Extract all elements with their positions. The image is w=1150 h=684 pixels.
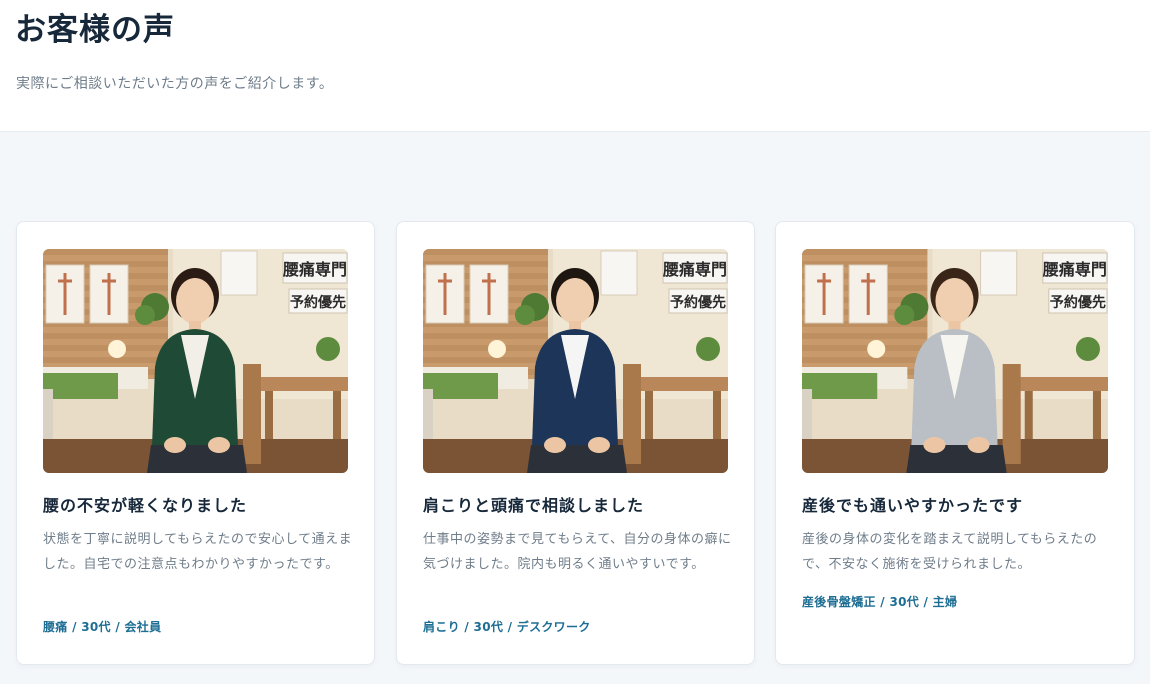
- testimonial-card: 腰痛専門 予約優先 腰の不安が軽くなりました 状態を丁寧に説明してもらえたので安…: [16, 221, 375, 665]
- testimonial-photo: 腰痛専門 予約優先: [43, 249, 348, 473]
- testimonial-card: 腰痛専門 予約優先 産後でも通いやすかったです 産後の身体の変化を踏まえて説明し…: [775, 221, 1135, 665]
- section-header: お客様の声 実際にご相談いただいた方の声をご紹介します。: [0, 0, 1150, 132]
- testimonial-meta: 腰痛 / 30代 / 会社員: [43, 620, 162, 634]
- svg-text:腰痛専門: 腰痛専門: [1042, 260, 1107, 279]
- testimonial-title: 腰の不安が軽くなりました: [43, 496, 248, 515]
- svg-text:腰痛専門: 腰痛専門: [663, 260, 727, 279]
- testimonial-meta: 産後骨盤矯正 / 30代 / 主婦: [802, 595, 958, 609]
- testimonial-photo: 腰痛専門 予約優先: [802, 249, 1108, 473]
- testimonial-card: 腰痛専門 予約優先 肩こりと頭痛で相談しました 仕事中の姿勢まで見てもらえて、自…: [396, 221, 755, 665]
- svg-text:腰痛専門: 腰痛専門: [283, 260, 347, 279]
- testimonial-body: 産後の身体の変化を踏まえて説明してもらえたので、不安なく施術を受けられました。: [802, 532, 1098, 572]
- svg-text:予約優先: 予約優先: [290, 294, 346, 311]
- testimonial-body: 状態を丁寧に説明してもらえたので安心して通えました。自宅での注意点もわかりやすか…: [43, 532, 353, 572]
- testimonial-title: 肩こりと頭痛で相談しました: [423, 496, 645, 515]
- page-subtitle: 実際にご相談いただいた方の声をご紹介します。: [16, 76, 334, 92]
- svg-text:予約優先: 予約優先: [670, 294, 726, 311]
- testimonial-photo: 腰痛専門 予約優先: [423, 249, 728, 473]
- testimonial-body: 仕事中の姿勢まで見てもらえて、自分の身体の癖に気づけました。院内も明るく通いやす…: [423, 532, 732, 572]
- testimonial-meta: 肩こり / 30代 / デスクワーク: [423, 620, 591, 634]
- page-title: お客様の声: [15, 12, 175, 48]
- svg-text:予約優先: 予約優先: [1050, 294, 1106, 311]
- testimonial-title: 産後でも通いやすかったです: [802, 496, 1024, 515]
